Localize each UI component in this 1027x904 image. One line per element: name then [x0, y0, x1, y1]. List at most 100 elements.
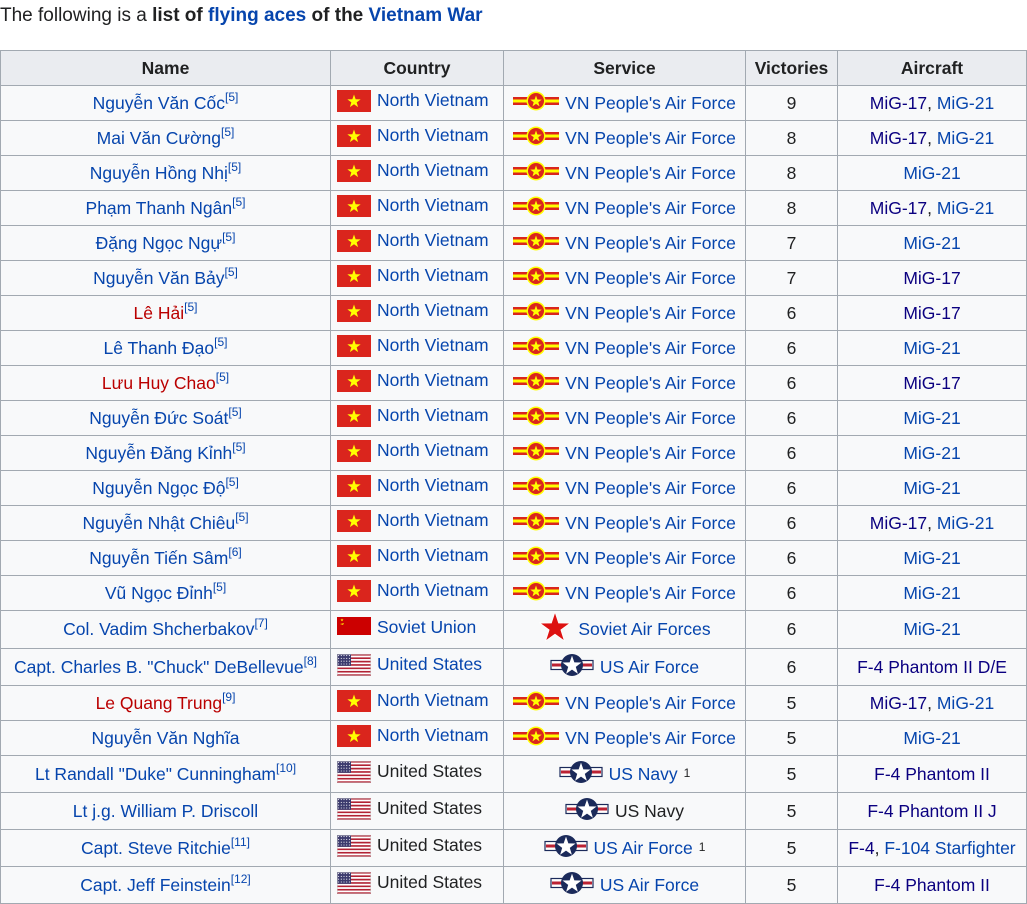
vpaf-roundel-icon[interactable]: [513, 406, 560, 431]
pilot-name-link[interactable]: Capt. Charles B. "Chuck" DeBellevue: [14, 657, 304, 677]
us-roundel-icon[interactable]: [550, 653, 594, 682]
citation-ref[interactable]: [5]: [225, 265, 238, 279]
aircraft-link[interactable]: F-4 Phantom II J: [867, 801, 996, 821]
vpaf-roundel-icon[interactable]: [513, 726, 560, 751]
vietnam-flag-icon[interactable]: [337, 194, 371, 217]
vpaf-roundel-icon[interactable]: [513, 126, 560, 151]
aircraft-link[interactable]: MiG-21: [937, 198, 994, 218]
aircraft-link[interactable]: MiG-17: [870, 513, 927, 533]
vietnam-flag-icon[interactable]: [337, 689, 371, 712]
aircraft-link[interactable]: MiG-21: [903, 728, 960, 748]
citation-ref[interactable]: [8]: [304, 654, 317, 668]
vietnam-flag-icon[interactable]: [337, 229, 371, 252]
us-flag-icon[interactable]: [337, 834, 371, 857]
service-link[interactable]: VN People's Air Force: [565, 728, 736, 749]
country-link[interactable]: North Vietnam: [377, 125, 489, 146]
country-link[interactable]: North Vietnam: [377, 690, 489, 711]
vietnam-flag-icon[interactable]: [337, 369, 371, 392]
vietnam-flag-icon[interactable]: [337, 89, 371, 112]
pilot-name-link[interactable]: Lê Hải: [134, 303, 185, 323]
vietnam-flag-icon[interactable]: [337, 724, 371, 747]
service-link[interactable]: US Navy: [615, 801, 684, 822]
us-flag-icon[interactable]: [337, 797, 371, 820]
vpaf-roundel-icon[interactable]: [513, 266, 560, 291]
aircraft-link[interactable]: MiG-21: [903, 583, 960, 603]
country-link[interactable]: North Vietnam: [377, 230, 489, 251]
service-link[interactable]: Soviet Air Forces: [578, 619, 710, 640]
aircraft-link[interactable]: MiG-21: [903, 548, 960, 568]
citation-ref[interactable]: [6]: [228, 545, 241, 559]
country-link[interactable]: United States: [377, 798, 482, 819]
service-link[interactable]: US Air Force: [594, 838, 693, 859]
service-link[interactable]: VN People's Air Force: [565, 198, 736, 219]
header-name[interactable]: Name: [0, 50, 331, 86]
aircraft-link[interactable]: MiG-21: [903, 233, 960, 253]
country-link[interactable]: United States: [377, 761, 482, 782]
vpaf-roundel-icon[interactable]: [513, 196, 560, 221]
us-roundel-icon[interactable]: [565, 797, 609, 826]
us-roundel-icon[interactable]: [550, 871, 594, 900]
aircraft-link[interactable]: MiG-21: [937, 513, 994, 533]
us-flag-icon[interactable]: [337, 760, 371, 783]
pilot-name-link[interactable]: Lt j.g. William P. Driscoll: [73, 801, 258, 821]
citation-ref[interactable]: [11]: [231, 835, 250, 849]
citation-ref[interactable]: [5]: [232, 440, 245, 454]
aircraft-link[interactable]: MiG-17: [903, 268, 960, 288]
aircraft-link[interactable]: MiG-21: [903, 443, 960, 463]
country-link[interactable]: North Vietnam: [377, 160, 489, 181]
country-link[interactable]: North Vietnam: [377, 440, 489, 461]
citation-ref[interactable]: [9]: [222, 690, 235, 704]
aircraft-link[interactable]: MiG-17: [870, 93, 927, 113]
pilot-name-link[interactable]: Nguyễn Nhật Chiêu: [82, 513, 235, 533]
citation-ref[interactable]: [5]: [221, 125, 234, 139]
soviet-flag-icon[interactable]: [337, 616, 371, 638]
pilot-name-link[interactable]: Nguyễn Văn Cốc: [93, 93, 225, 113]
service-link[interactable]: US Navy: [609, 764, 678, 785]
citation-ref[interactable]: [12]: [231, 872, 251, 886]
pilot-name-link[interactable]: Vũ Ngọc Đỉnh: [105, 583, 213, 603]
citation-ref[interactable]: [5]: [235, 510, 248, 524]
country-link[interactable]: North Vietnam: [377, 195, 489, 216]
citation-ref[interactable]: [5]: [228, 160, 241, 174]
pilot-name-link[interactable]: Đặng Ngọc Ngự: [96, 233, 223, 253]
service-link[interactable]: VN People's Air Force: [565, 233, 736, 254]
us-flag-icon[interactable]: [337, 653, 371, 676]
country-link[interactable]: North Vietnam: [377, 725, 489, 746]
citation-ref[interactable]: [5]: [222, 230, 235, 244]
pilot-name-link[interactable]: Nguyễn Văn Bảy: [93, 268, 224, 288]
service-link[interactable]: VN People's Air Force: [565, 513, 736, 534]
service-link[interactable]: VN People's Air Force: [565, 163, 736, 184]
country-link[interactable]: North Vietnam: [377, 265, 489, 286]
service-link[interactable]: VN People's Air Force: [565, 268, 736, 289]
vpaf-roundel-icon[interactable]: [513, 91, 560, 116]
citation-ref[interactable]: [7]: [254, 616, 267, 630]
pilot-name-link[interactable]: Phạm Thanh Ngân: [86, 198, 233, 218]
service-link[interactable]: VN People's Air Force: [565, 93, 736, 114]
country-link[interactable]: North Vietnam: [377, 405, 489, 426]
vpaf-roundel-icon[interactable]: [513, 476, 560, 501]
citation-ref[interactable]: [5]: [213, 580, 226, 594]
vietnam-flag-icon[interactable]: [337, 159, 371, 182]
aircraft-link[interactable]: MiG-17: [870, 198, 927, 218]
citation-ref[interactable]: [5]: [228, 405, 241, 419]
header-victories[interactable]: Victories: [745, 50, 838, 86]
vietnam-flag-icon[interactable]: [337, 544, 371, 567]
country-link[interactable]: North Vietnam: [377, 335, 489, 356]
aircraft-link[interactable]: MiG-21: [937, 693, 994, 713]
citation-ref[interactable]: [5]: [216, 370, 229, 384]
pilot-name-link[interactable]: Capt. Jeff Feinstein: [80, 875, 230, 895]
link-vietnam-war[interactable]: Vietnam War: [369, 5, 483, 26]
service-link[interactable]: VN People's Air Force: [565, 128, 736, 149]
pilot-name-link[interactable]: Col. Vadim Shcherbakov: [63, 619, 254, 639]
service-link[interactable]: VN People's Air Force: [565, 338, 736, 359]
country-link[interactable]: North Vietnam: [377, 300, 489, 321]
vpaf-roundel-icon[interactable]: [513, 336, 560, 361]
aircraft-link[interactable]: MiG-21: [903, 619, 960, 639]
vpaf-roundel-icon[interactable]: [513, 546, 560, 571]
country-link[interactable]: North Vietnam: [377, 90, 489, 111]
country-link[interactable]: United States: [377, 835, 482, 856]
country-link[interactable]: North Vietnam: [377, 370, 489, 391]
aircraft-link[interactable]: F-4 Phantom II: [874, 764, 990, 784]
service-link[interactable]: VN People's Air Force: [565, 443, 736, 464]
service-link[interactable]: VN People's Air Force: [565, 303, 736, 324]
